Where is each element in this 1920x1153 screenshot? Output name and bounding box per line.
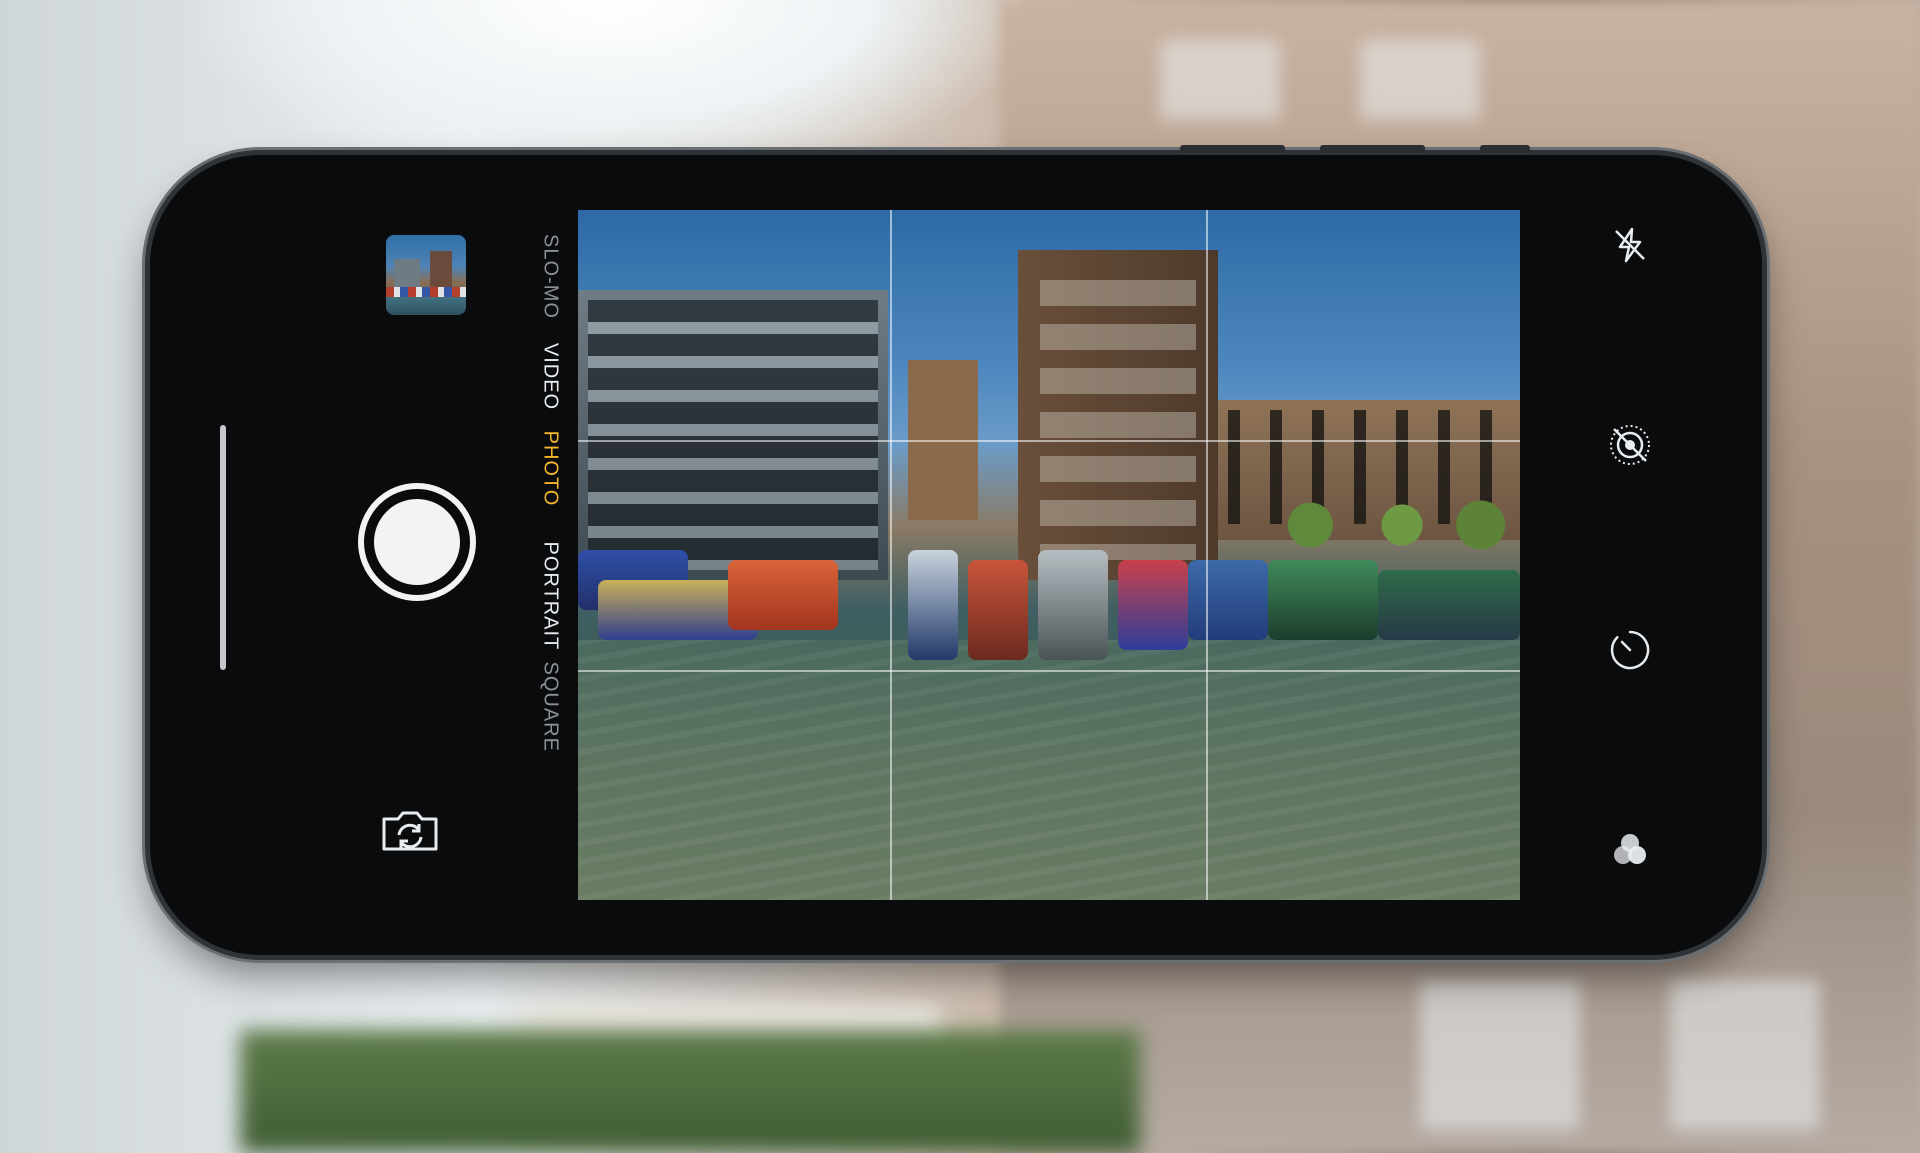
mode-slo-mo[interactable]: SLO-MO — [539, 232, 562, 322]
grid-line-horizontal — [578, 440, 1520, 442]
blurred-window — [1420, 980, 1580, 1130]
blurred-window — [1670, 980, 1820, 1130]
mode-square[interactable]: SQUARE — [539, 662, 562, 752]
grid-line-vertical — [890, 210, 892, 900]
camera-controls — [1600, 155, 1720, 955]
volume-button — [1320, 145, 1425, 153]
flash-off-icon[interactable] — [1600, 215, 1660, 275]
scene-canal-water — [578, 640, 1520, 900]
phone-device: SLO-MO VIDEO PHOTO PORTRAIT SQUARE — [150, 145, 1762, 955]
blurred-window — [1160, 40, 1280, 120]
volume-button — [1180, 145, 1285, 153]
bright-sky — [200, 0, 1020, 180]
grid-line-horizontal — [578, 670, 1520, 672]
blurred-lawn — [240, 1030, 1140, 1153]
photo-thumbnail[interactable] — [386, 235, 466, 315]
timer-icon[interactable] — [1600, 620, 1660, 680]
mute-switch — [1480, 145, 1530, 153]
shutter-button[interactable] — [358, 483, 476, 601]
scene-narrowboats — [578, 540, 1520, 660]
scene-building-left — [578, 290, 888, 580]
switch-camera-icon[interactable] — [378, 807, 442, 855]
blurred-window — [1360, 40, 1480, 120]
scene-brick-tower — [1018, 250, 1218, 580]
mode-video[interactable]: VIDEO — [539, 332, 562, 422]
live-photo-off-icon[interactable] — [1600, 415, 1660, 475]
screen-glare — [220, 425, 226, 670]
mode-photo[interactable]: PHOTO — [539, 424, 562, 514]
camera-viewfinder[interactable] — [578, 210, 1520, 900]
filters-icon[interactable] — [1600, 820, 1660, 880]
grid-line-vertical — [1206, 210, 1208, 900]
mode-portrait[interactable]: PORTRAIT — [539, 542, 562, 651]
